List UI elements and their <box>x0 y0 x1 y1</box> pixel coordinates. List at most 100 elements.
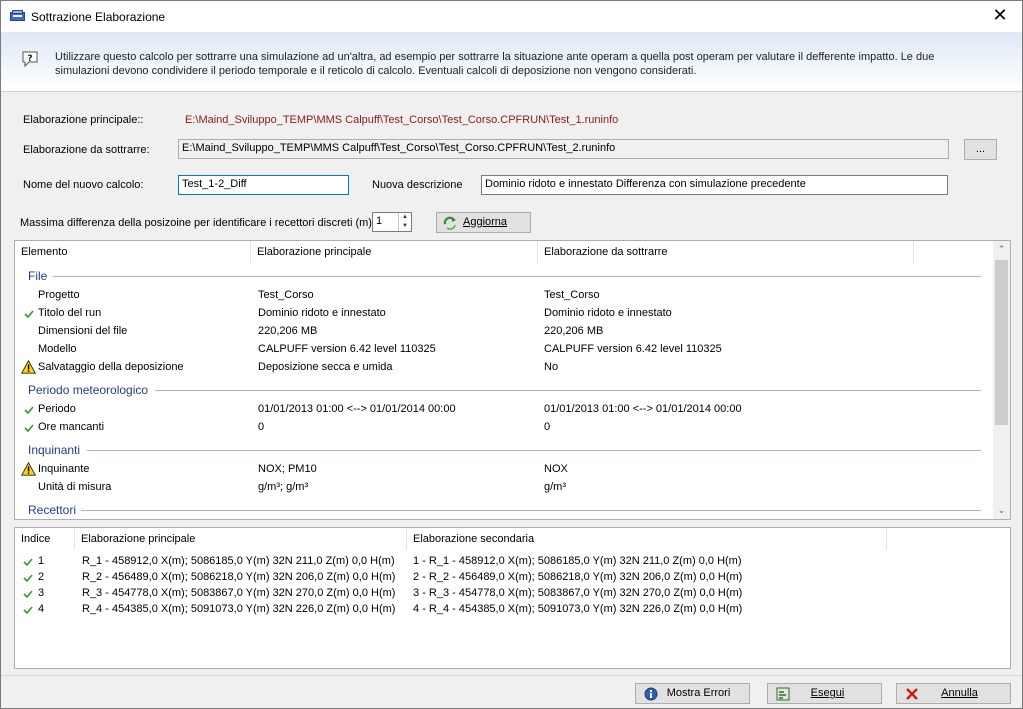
receptor-main[interactable]: R_2 - 456489,0 X(m); 5086218,0 Y(m) 32N … <box>82 571 395 583</box>
app-icon <box>10 10 25 21</box>
col-header-main[interactable]: Elaborazione principale <box>251 241 538 263</box>
warning-icon <box>21 360 36 374</box>
run-button[interactable]: Esegui <box>767 683 882 704</box>
group-header[interactable]: Inquinanti <box>28 443 80 457</box>
row-sub-value[interactable]: 0 <box>544 421 550 433</box>
svg-text:?: ? <box>27 54 32 64</box>
receptor-index[interactable]: 4 <box>38 603 44 615</box>
row-main-value[interactable]: CALPUFF version 6.42 level 110325 <box>258 343 436 355</box>
group-header[interactable]: Periodo meteorologico <box>28 383 148 397</box>
stepper-down-icon[interactable]: ▼ <box>399 222 411 231</box>
check-icon <box>23 558 33 566</box>
check-icon <box>24 406 34 414</box>
row-element-label[interactable]: Titolo del run <box>38 307 101 319</box>
row-main-value[interactable]: Dominio ridoto e innestato <box>258 307 386 319</box>
row-sub-value[interactable]: g/m³ <box>544 481 566 493</box>
col-header-element[interactable]: Elemento <box>15 241 251 263</box>
receptor-secondary[interactable]: 1 - R_1 - 458912,0 X(m); 5086185,0 Y(m) … <box>413 555 742 567</box>
close-icon[interactable]: ✕ <box>978 1 1022 32</box>
info-icon: ? <box>22 51 38 68</box>
show-errors-button[interactable]: Mostra Errori <box>635 683 750 704</box>
row-element-label[interactable]: Unità di misura <box>38 481 111 493</box>
receptor-index[interactable]: 1 <box>38 555 44 567</box>
row-sub-value[interactable]: NOX <box>544 463 568 475</box>
browse-button[interactable]: ... <box>964 139 997 160</box>
row-main-value[interactable]: 0 <box>258 421 264 433</box>
check-icon <box>23 590 33 598</box>
comparison-list[interactable]: Elemento Elaborazione principale Elabora… <box>14 240 1011 520</box>
warning-icon <box>21 462 36 476</box>
row-sub-value[interactable]: 01/01/2013 01:00 <--> 01/01/2014 00:00 <box>544 403 742 415</box>
group-divider <box>155 390 981 391</box>
row-sub-value[interactable]: Test_Corso <box>544 289 600 301</box>
main-run-label: Elaborazione principale:: <box>23 114 144 126</box>
row-sub-value[interactable]: Dominio ridoto e innestato <box>544 307 672 319</box>
sub-run-label: Elaborazione da sottrarre: <box>23 144 150 156</box>
col-header-receptor-secondary[interactable]: Elaborazione secondaria <box>407 528 887 550</box>
show-errors-label: Mostra Errori <box>666 687 731 699</box>
comparison-scrollbar[interactable]: ⌃ ⌄ <box>993 241 1010 519</box>
row-element-label[interactable]: Periodo <box>38 403 76 415</box>
row-element-label[interactable]: Salvataggio della deposizione <box>38 361 184 373</box>
new-name-label: Nome del nuovo calcolo: <box>23 179 144 191</box>
dialog-window: Sottrazione Elaborazione ✕ ? Utilizzare … <box>0 0 1023 709</box>
row-sub-value[interactable]: CALPUFF version 6.42 level 110325 <box>544 343 722 355</box>
row-main-value[interactable]: NOX; PM10 <box>258 463 317 475</box>
col-header-index[interactable]: Indice <box>15 528 75 550</box>
scroll-thumb[interactable] <box>995 260 1008 425</box>
title-bar: Sottrazione Elaborazione ✕ <box>1 1 1022 32</box>
check-icon <box>24 310 34 318</box>
window-title: Sottrazione Elaborazione <box>31 10 166 24</box>
receptor-index[interactable]: 3 <box>38 587 44 599</box>
receptor-list[interactable]: Indice Elaborazione principale Elaborazi… <box>14 527 1011 669</box>
refresh-label: Aggiorna <box>463 216 508 228</box>
receptor-index[interactable]: 2 <box>38 571 44 583</box>
row-element-label[interactable]: Inquinante <box>38 463 89 475</box>
receptor-secondary[interactable]: 4 - R_4 - 454385,0 X(m); 5091073,0 Y(m) … <box>413 603 742 615</box>
refresh-icon <box>443 216 456 230</box>
new-description-input[interactable]: Dominio ridoto e innestato Differenza co… <box>481 175 948 195</box>
group-header[interactable]: Recettori <box>28 503 76 517</box>
row-element-label[interactable]: Progetto <box>38 289 80 301</box>
run-icon <box>776 687 790 701</box>
row-element-label[interactable]: Modello <box>38 343 77 355</box>
cancel-button[interactable]: Annulla <box>896 683 1011 704</box>
receptor-main[interactable]: R_3 - 454778,0 X(m); 5083867,0 Y(m) 32N … <box>82 587 395 599</box>
col-header-sub[interactable]: Elaborazione da sottrarre <box>538 241 914 263</box>
max-diff-value: 1 <box>376 215 383 227</box>
info-text: Utilizzare questo calcolo per sottrarre … <box>55 51 935 77</box>
row-element-label[interactable]: Ore mancanti <box>38 421 104 433</box>
footer-bar: Mostra Errori Esegui Annulla <box>1 675 1022 708</box>
sub-run-path-field[interactable]: E:\Maind_Sviluppo_TEMP\MMS Calpuff\Test_… <box>178 139 949 159</box>
receptor-main[interactable]: R_4 - 454385,0 X(m); 5091073,0 Y(m) 32N … <box>82 603 395 615</box>
check-icon <box>23 574 33 582</box>
row-main-value[interactable]: Test_Corso <box>258 289 314 301</box>
row-sub-value[interactable]: 220,206 MB <box>544 325 603 337</box>
main-run-path: E:\Maind_Sviluppo_TEMP\MMS Calpuff\Test_… <box>185 114 619 126</box>
info-banner: ? Utilizzare questo calcolo per sottrarr… <box>1 32 1022 92</box>
stepper-arrows[interactable]: ▲ ▼ <box>398 213 411 231</box>
refresh-button[interactable]: Aggiorna <box>436 212 531 233</box>
info-circle-icon <box>644 687 658 701</box>
max-diff-label: Massima differenza della posizoine per i… <box>20 217 375 229</box>
check-icon <box>23 606 33 614</box>
row-main-value[interactable]: 220,206 MB <box>258 325 317 337</box>
max-diff-stepper[interactable]: 1 ▲ ▼ <box>372 212 412 232</box>
check-icon <box>24 424 34 432</box>
row-main-value[interactable]: 01/01/2013 01:00 <--> 01/01/2014 00:00 <box>258 403 456 415</box>
receptor-secondary[interactable]: 3 - R_3 - 454778,0 X(m); 5083867,0 Y(m) … <box>413 587 742 599</box>
receptor-secondary[interactable]: 2 - R_2 - 456489,0 X(m); 5086218,0 Y(m) … <box>413 571 742 583</box>
scroll-down-icon[interactable]: ⌄ <box>993 502 1010 519</box>
group-header[interactable]: File <box>28 269 47 283</box>
receptor-main[interactable]: R_1 - 458912,0 X(m); 5086185,0 Y(m) 32N … <box>82 555 395 567</box>
row-sub-value[interactable]: No <box>544 361 558 373</box>
row-main-value[interactable]: Deposizione secca e umida <box>258 361 393 373</box>
run-label: Esegui <box>810 687 845 699</box>
new-name-input[interactable]: Test_1-2_Diff <box>178 175 349 195</box>
stepper-up-icon[interactable]: ▲ <box>399 213 411 222</box>
row-element-label[interactable]: Dimensioni del file <box>38 325 127 337</box>
row-main-value[interactable]: g/m³; g/m³ <box>258 481 308 493</box>
col-header-receptor-main[interactable]: Elaborazione principale <box>75 528 407 550</box>
scroll-up-icon[interactable]: ⌃ <box>993 241 1010 258</box>
group-divider <box>81 510 981 511</box>
